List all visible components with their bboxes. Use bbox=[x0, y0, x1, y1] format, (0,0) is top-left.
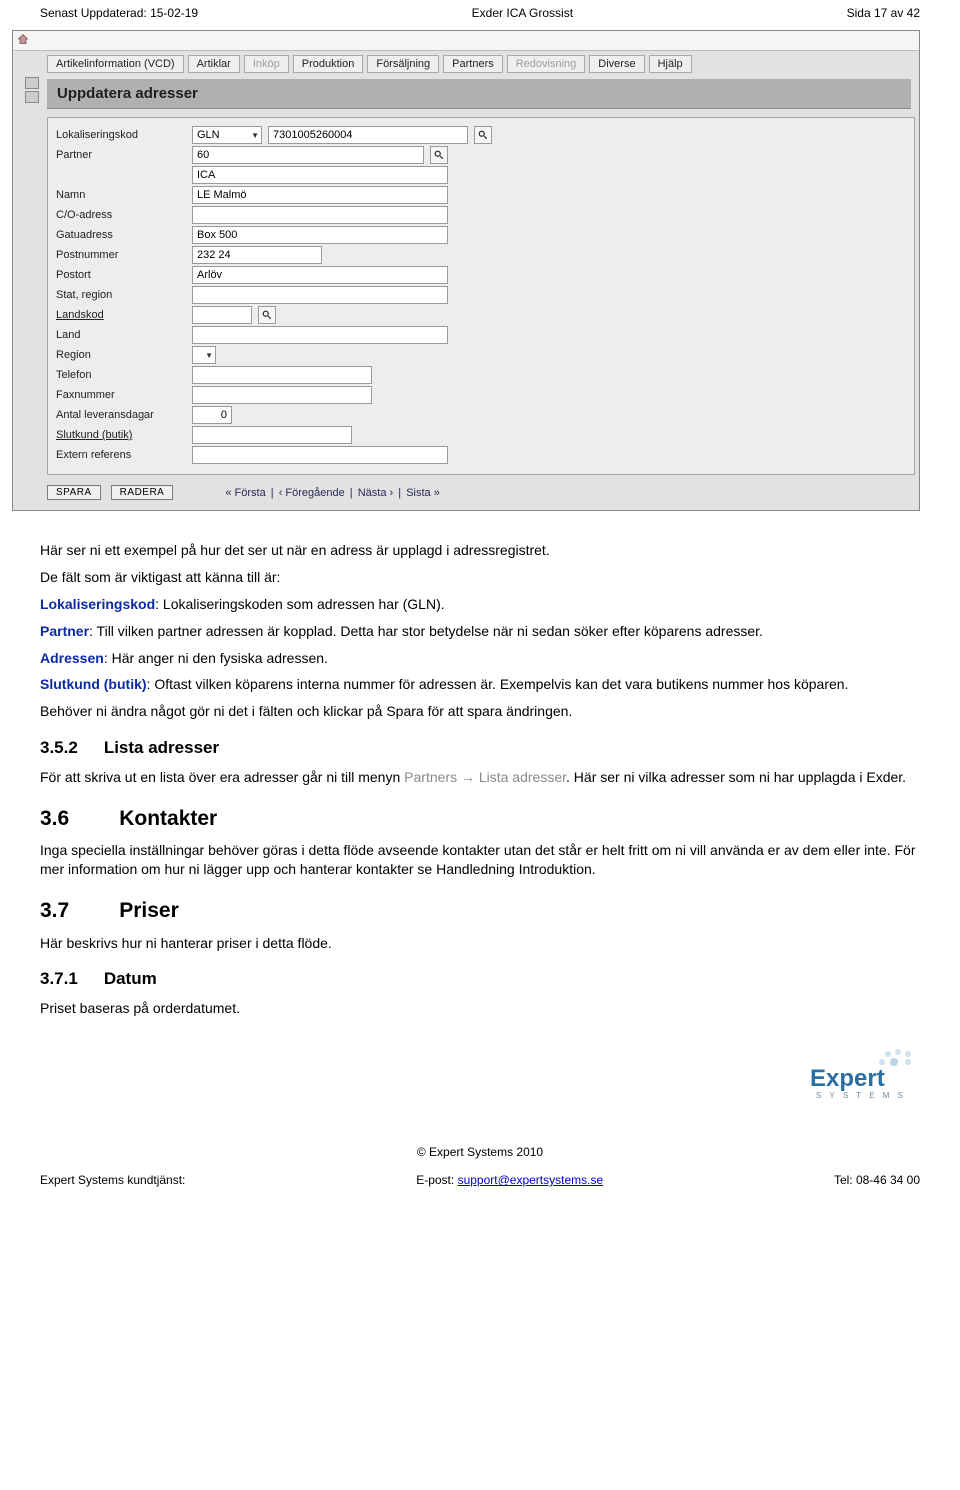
menu-partners[interactable]: Partners bbox=[443, 55, 503, 73]
p-371: Priset baseras på orderdatumet. bbox=[40, 999, 920, 1018]
label-referens: Extern referens bbox=[56, 449, 186, 461]
label-landskod: Landskod bbox=[56, 309, 186, 321]
label-namn: Namn bbox=[56, 189, 186, 201]
input-telefon[interactable] bbox=[192, 366, 372, 384]
heading-37: 3.7 Priser bbox=[40, 897, 920, 925]
label-co: C/O-adress bbox=[56, 209, 186, 221]
header-right: Sida 17 av 42 bbox=[847, 6, 920, 20]
input-partner-name[interactable] bbox=[192, 166, 448, 184]
input-stat[interactable] bbox=[192, 286, 448, 304]
input-postnr[interactable] bbox=[192, 246, 322, 264]
header-left: Senast Uppdaterad: 15-02-19 bbox=[40, 6, 198, 20]
input-fax[interactable] bbox=[192, 386, 372, 404]
delete-button[interactable]: RADERA bbox=[111, 485, 174, 500]
label-telefon: Telefon bbox=[56, 369, 186, 381]
input-slutkund[interactable] bbox=[192, 426, 352, 444]
chevron-down-icon: ▼ bbox=[251, 131, 259, 140]
select-region[interactable]: ▼ bbox=[192, 346, 216, 364]
term-slutkund: Slutkund (butik) bbox=[40, 676, 147, 692]
label-gatu: Gatuadress bbox=[56, 229, 186, 241]
menu-forsaljning[interactable]: Försäljning bbox=[367, 55, 439, 73]
header-center: Exder ICA Grossist bbox=[472, 6, 573, 20]
side-icons bbox=[21, 77, 43, 103]
form-box: Lokaliseringskod GLN ▼ Partner bbox=[47, 117, 915, 475]
input-leveransdagar[interactable] bbox=[192, 406, 232, 424]
menu-artikelinfo[interactable]: Artikelinformation (VCD) bbox=[47, 55, 184, 73]
select-lokaliseringskod-type[interactable]: GLN ▼ bbox=[192, 126, 262, 144]
nav-first[interactable]: « Första bbox=[225, 487, 265, 499]
save-button[interactable]: SPARA bbox=[47, 485, 101, 500]
label-land: Land bbox=[56, 329, 186, 341]
search-icon bbox=[478, 130, 488, 140]
p-fields: De fält som är viktigast att känna till … bbox=[40, 568, 920, 587]
p-intro: Här ser ni ett exempel på hur det ser ut… bbox=[40, 541, 920, 560]
input-landskod[interactable] bbox=[192, 306, 252, 324]
heading-371: 3.7.1 Datum bbox=[40, 968, 920, 991]
record-nav: « Första | ‹ Föregående | Nästa › | Sist… bbox=[223, 487, 441, 499]
term-partner: Partner bbox=[40, 623, 89, 639]
p-36: Inga speciella inställningar behöver gör… bbox=[40, 841, 920, 879]
p-save: Behöver ni ändra något gör ni det i fält… bbox=[40, 702, 920, 721]
input-partner-num[interactable] bbox=[192, 146, 424, 164]
label-lokaliseringskod: Lokaliseringskod bbox=[56, 129, 186, 141]
lookup-lokaliseringskod[interactable] bbox=[474, 126, 492, 144]
side-icon-1[interactable] bbox=[25, 77, 39, 89]
footer-copyright: © Expert Systems 2010 bbox=[0, 1145, 960, 1169]
input-referens[interactable] bbox=[192, 446, 448, 464]
input-land[interactable] bbox=[192, 326, 448, 344]
menu-hjalp[interactable]: Hjälp bbox=[649, 55, 692, 73]
app-screenshot: Artikelinformation (VCD) Artiklar Inköp … bbox=[12, 30, 920, 511]
heading-36: 3.6 Kontakter bbox=[40, 805, 920, 833]
label-partner: Partner bbox=[56, 149, 186, 161]
chevron-down-icon: ▼ bbox=[205, 351, 213, 360]
menu-produktion[interactable]: Produktion bbox=[293, 55, 364, 73]
label-postnr: Postnummer bbox=[56, 249, 186, 261]
home-icon[interactable] bbox=[17, 33, 29, 48]
logo-text-top: Expert bbox=[810, 1065, 885, 1092]
section-title: Uppdatera adresser bbox=[47, 79, 911, 109]
footer-email-link[interactable]: support@expertsystems.se bbox=[458, 1173, 604, 1187]
window-toolbar bbox=[13, 31, 919, 51]
p-37: Här beskrivs hur ni hanterar priser i de… bbox=[40, 934, 920, 953]
label-postort: Postort bbox=[56, 269, 186, 281]
button-row: SPARA RADERA « Första | ‹ Föregående | N… bbox=[47, 485, 915, 500]
footer-right: Tel: 08-46 34 00 bbox=[834, 1173, 920, 1187]
logo-text-bottom: S Y S T E M S bbox=[816, 1091, 906, 1100]
label-leveransdagar: Antal leveransdagar bbox=[56, 409, 186, 421]
heading-352: 3.5.2 Lista adresser bbox=[40, 737, 920, 760]
label-region: Region bbox=[56, 349, 186, 361]
footer-contacts: Expert Systems kundtjänst: E-post: suppo… bbox=[0, 1169, 960, 1195]
input-gatu[interactable] bbox=[192, 226, 448, 244]
nav-next[interactable]: Nästa › bbox=[358, 487, 393, 499]
lookup-landskod[interactable] bbox=[258, 306, 276, 324]
side-icon-2[interactable] bbox=[25, 91, 39, 103]
menu-artiklar[interactable]: Artiklar bbox=[188, 55, 240, 73]
nav-prev[interactable]: ‹ Föregående bbox=[279, 487, 345, 499]
input-namn[interactable] bbox=[192, 186, 448, 204]
footer-left: Expert Systems kundtjänst: bbox=[40, 1173, 185, 1187]
logo: Expert S Y S T E M S bbox=[0, 1046, 960, 1105]
menu-redovisning[interactable]: Redovisning bbox=[507, 55, 586, 73]
label-fax: Faxnummer bbox=[56, 389, 186, 401]
input-co[interactable] bbox=[192, 206, 448, 224]
nav-last[interactable]: Sista » bbox=[406, 487, 440, 499]
form-panel: Artikelinformation (VCD) Artiklar Inköp … bbox=[17, 51, 915, 506]
input-lokaliseringskod[interactable] bbox=[268, 126, 468, 144]
term-lok: Lokaliseringskod bbox=[40, 596, 155, 612]
menubar: Artikelinformation (VCD) Artiklar Inköp … bbox=[17, 51, 915, 75]
label-slutkund: Slutkund (butik) bbox=[56, 429, 186, 441]
search-icon bbox=[434, 150, 444, 160]
menu-diverse[interactable]: Diverse bbox=[589, 55, 644, 73]
input-postort[interactable] bbox=[192, 266, 448, 284]
label-stat: Stat, region bbox=[56, 289, 186, 301]
lookup-partner[interactable] bbox=[430, 146, 448, 164]
search-icon bbox=[262, 310, 272, 320]
menu-path: Partners → Lista adresser bbox=[404, 769, 566, 785]
document-body: Här ser ni ett exempel på hur det ser ut… bbox=[0, 525, 960, 1066]
term-adressen: Adressen bbox=[40, 650, 104, 666]
menu-inkop[interactable]: Inköp bbox=[244, 55, 289, 73]
page-header: Senast Uppdaterad: 15-02-19 Exder ICA Gr… bbox=[0, 0, 960, 24]
